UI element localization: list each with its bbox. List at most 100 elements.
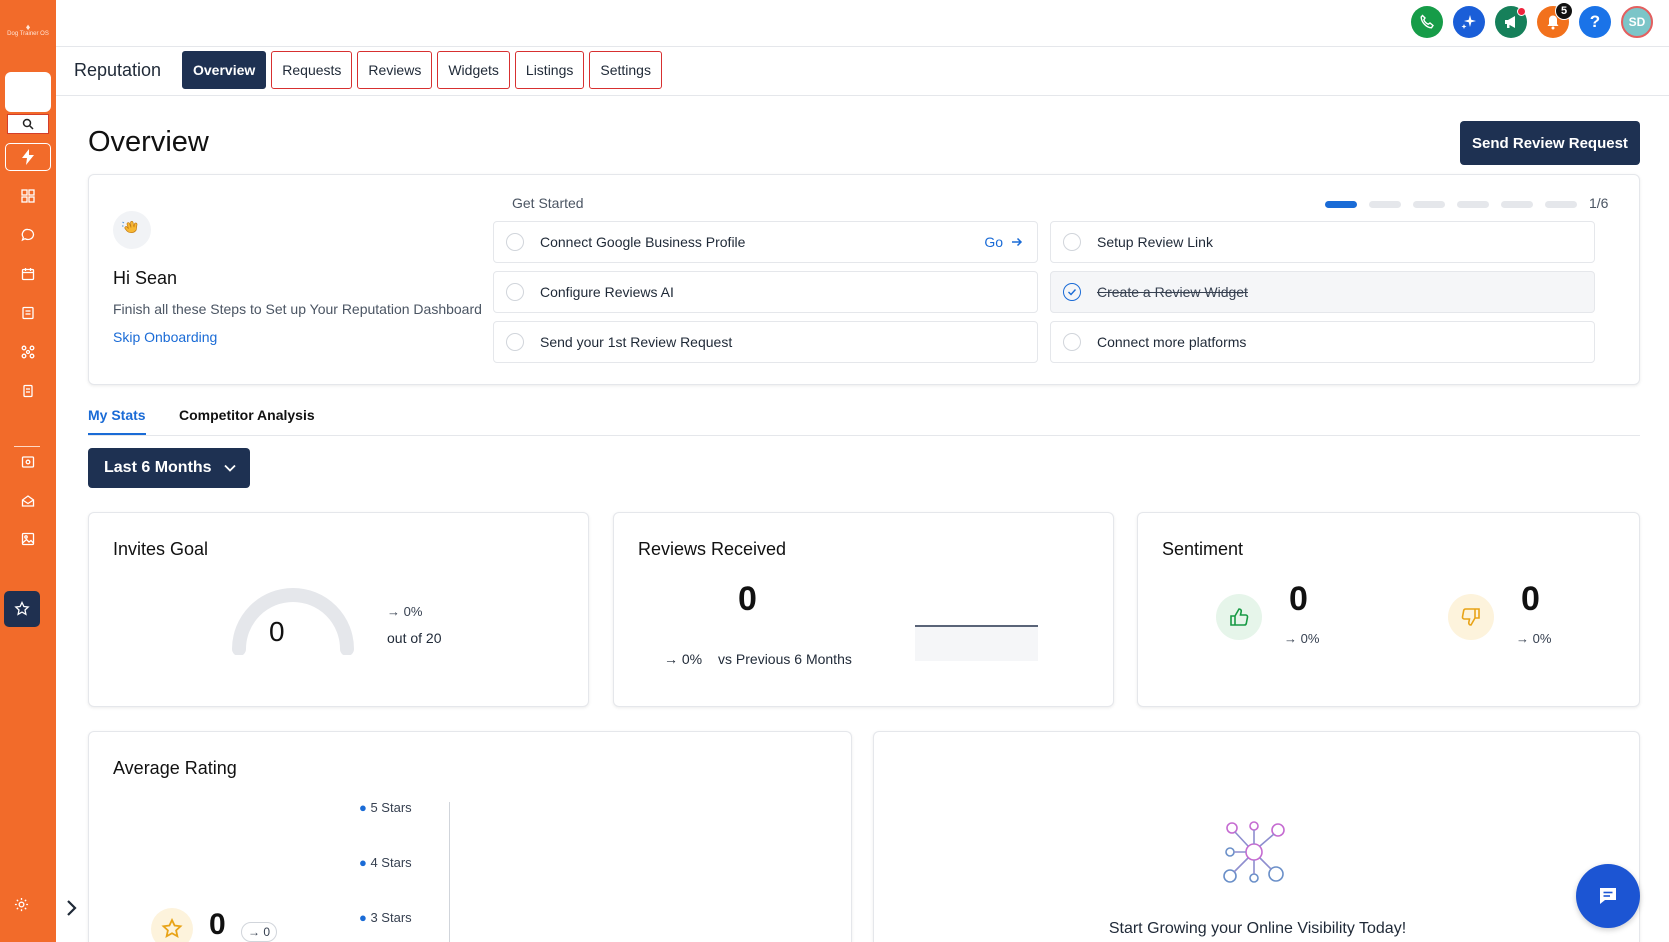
- send-review-request-button[interactable]: Send Review Request: [1460, 121, 1640, 165]
- step-checkbox[interactable]: [506, 333, 524, 351]
- step-complete-check: [1063, 283, 1081, 301]
- module-nav: Reputation Overview Requests Reviews Wid…: [56, 48, 1669, 96]
- go-link[interactable]: Go: [984, 234, 1023, 250]
- tab-widgets[interactable]: Widgets: [437, 51, 510, 89]
- growth-headline: Start Growing your Online Visibility Tod…: [1108, 920, 1407, 937]
- phone-button[interactable]: [1411, 6, 1443, 38]
- sidebar-item-conversations[interactable]: [8, 219, 48, 251]
- reviews-sparkline: [915, 625, 1038, 661]
- sites-icon: [21, 456, 35, 468]
- reviews-received-card: Reviews Received 0 → 0% vs Previous 6 Mo…: [613, 512, 1114, 707]
- user-avatar[interactable]: SD: [1621, 6, 1653, 38]
- sparkle-icon: [1461, 15, 1476, 29]
- date-range-select[interactable]: Last 6 Months: [88, 448, 250, 488]
- sidebar-expand-button[interactable]: [56, 888, 88, 928]
- step-label: Create a Review Widget: [1097, 284, 1248, 300]
- ai-assistant-button[interactable]: [1453, 6, 1485, 38]
- waving-hand-icon: [113, 211, 151, 249]
- star-row-5: ● 5 Stars: [359, 800, 412, 815]
- account-switcher[interactable]: [5, 72, 51, 112]
- step-checkbox[interactable]: [506, 283, 524, 301]
- reviews-received-value: 0: [738, 580, 757, 618]
- progress-segment: [1369, 201, 1401, 208]
- step-configure-reviews-ai[interactable]: Configure Reviews AI: [493, 271, 1038, 313]
- gear-icon: [14, 897, 29, 912]
- arrow-right-icon: [1012, 237, 1023, 247]
- onboarding-subtitle: Finish all these Steps to Set up Your Re…: [113, 301, 482, 317]
- average-rating-card: Average Rating ● 5 Stars ● 4 Stars ● 3 S…: [88, 731, 852, 942]
- sidebar-item-dashboard[interactable]: [8, 180, 48, 212]
- sidebar-item-sites[interactable]: [8, 446, 48, 478]
- go-label: Go: [984, 234, 1003, 250]
- email-icon: [21, 495, 35, 507]
- sidebar-item-documents[interactable]: [8, 375, 48, 407]
- step-label: Connect Google Business Profile: [540, 234, 746, 250]
- step-create-review-widget[interactable]: Create a Review Widget: [1050, 271, 1595, 313]
- sidebar-item-settings[interactable]: [14, 897, 29, 917]
- calendar-icon: [21, 268, 35, 281]
- arrow-right-icon: →: [1284, 631, 1301, 646]
- progress-segment: [1413, 201, 1445, 208]
- step-checkbox[interactable]: [1063, 333, 1081, 351]
- notifications-button[interactable]: 5: [1537, 2, 1573, 38]
- tab-listings[interactable]: Listings: [514, 51, 585, 89]
- progress-segment: [1457, 201, 1489, 208]
- network-icon: [1223, 821, 1285, 883]
- announcements-button[interactable]: [1495, 6, 1527, 38]
- step-checkbox[interactable]: [506, 233, 524, 251]
- step-label: Configure Reviews AI: [540, 284, 674, 300]
- greeting: Hi Sean: [113, 268, 178, 288]
- media-icon: [21, 532, 35, 546]
- invites-gauge: [232, 588, 354, 655]
- step-setup-review-link[interactable]: Setup Review Link: [1050, 221, 1595, 263]
- step-connect-platforms[interactable]: Connect more platforms: [1050, 321, 1595, 363]
- tab-competitor-analysis[interactable]: Competitor Analysis: [179, 407, 315, 433]
- reviews-comparison: vs Previous 6 Months: [718, 651, 852, 667]
- star-row-4: ● 4 Stars: [359, 855, 412, 870]
- brand-mark-icon: ♦: [25, 22, 31, 32]
- progress-text: 1/6: [1589, 195, 1609, 211]
- step-checkbox[interactable]: [1063, 233, 1081, 251]
- tab-settings[interactable]: Settings: [589, 51, 662, 89]
- chat-widget-button[interactable]: [1576, 864, 1640, 928]
- dashboard-icon: [21, 189, 35, 203]
- invites-goal-card: Invites Goal 0 → 0% out of 20: [88, 512, 589, 707]
- tab-my-stats[interactable]: My Stats: [88, 407, 146, 435]
- arrow-right-icon: →: [1516, 631, 1533, 646]
- tab-reviews[interactable]: Reviews: [357, 51, 433, 89]
- stats-tabs: My Stats Competitor Analysis: [88, 404, 1640, 436]
- arrow-right-icon: →: [387, 604, 404, 619]
- positive-sentiment-value: 0: [1289, 580, 1308, 618]
- quick-actions-button[interactable]: [5, 143, 51, 171]
- sidebar-item-media[interactable]: [8, 523, 48, 555]
- card-title: Average Rating: [113, 758, 237, 778]
- tab-requests[interactable]: Requests: [271, 51, 353, 89]
- top-bar: 5 ? SD: [56, 0, 1669, 47]
- help-button[interactable]: ?: [1579, 6, 1611, 38]
- step-send-first-request[interactable]: Send your 1st Review Request: [493, 321, 1038, 363]
- step-connect-google[interactable]: Connect Google Business Profile Go: [493, 221, 1038, 263]
- onboarding-progress: [1325, 201, 1577, 208]
- sidebar-item-reputation[interactable]: [4, 591, 40, 627]
- sidebar-search-button[interactable]: [7, 114, 49, 134]
- chat-bubble-icon: [1600, 888, 1616, 904]
- star-row-3: ● 3 Stars: [359, 910, 412, 925]
- sidebar-item-automation[interactable]: [8, 336, 48, 368]
- notifications-count-badge: 5: [1555, 2, 1573, 20]
- skip-onboarding-link[interactable]: Skip Onboarding: [113, 329, 217, 345]
- sidebar-item-contacts[interactable]: [8, 297, 48, 329]
- help-icon: ?: [1589, 12, 1601, 31]
- tab-overview[interactable]: Overview: [182, 51, 267, 89]
- brand-logo[interactable]: ♦ Dog Trainer OS: [0, 22, 56, 38]
- chat-icon: [21, 228, 35, 242]
- onboarding-card: Hi Sean Finish all these Steps to Set up…: [88, 174, 1640, 385]
- card-title: Sentiment: [1162, 539, 1244, 559]
- module-title: Reputation: [74, 60, 162, 80]
- progress-segment: [1501, 201, 1533, 208]
- sidebar-item-calendar[interactable]: [8, 258, 48, 290]
- get-started-label: Get Started: [512, 195, 584, 211]
- sidebar-item-email[interactable]: [8, 485, 48, 517]
- step-label: Send your 1st Review Request: [540, 334, 733, 350]
- rating-bar-axis: [449, 802, 450, 942]
- contacts-icon: [22, 306, 34, 320]
